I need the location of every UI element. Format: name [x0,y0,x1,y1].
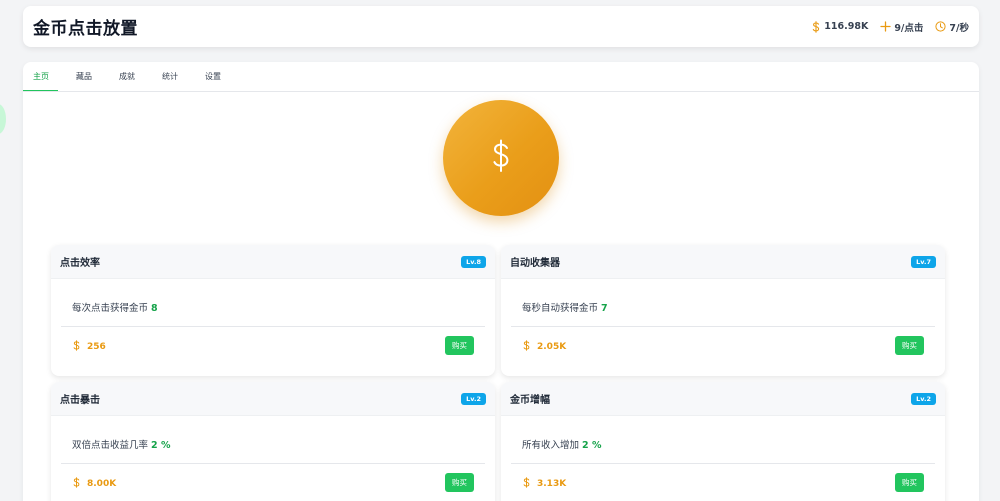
description-text: 双倍点击收益几率 [72,440,149,451]
per-second-value: 7/秒 [949,22,969,34]
card-header: 点击暴击 Lv.2 [51,382,495,416]
upgrade-cost: 2.05K [522,340,566,354]
header-bar: 金币点击放置 116.98K 9/点击 7/秒 [23,6,979,47]
description-text: 所有收入增加 [522,440,580,451]
level-badge: Lv.2 [461,392,486,405]
divider [61,326,485,327]
card-header: 点击效率 Lv.8 [51,245,495,279]
card-title: 金币增幅 [510,395,550,406]
dollar-icon [811,20,821,33]
level-badge: Lv.7 [911,255,936,268]
cost-value: 256 [87,342,106,352]
upgrade-card-click-crit: 点击暴击 Lv.2 双倍点击收益几率 2 % 8.00K 购买 [51,382,495,501]
card-description: 每秒自动获得金币 7 [522,300,608,314]
tab-statistics[interactable]: 统计 [152,62,187,91]
dollar-icon [522,340,531,354]
dollar-icon [486,138,516,178]
main-panel: 主页 藏品 成就 统计 设置 点击效率 Lv.8 每次点击获得金币 8 256 … [23,62,979,501]
app-title: 金币点击放置 [33,19,138,39]
card-title: 自动收集器 [510,258,560,269]
description-value: 7 [601,303,608,314]
dollar-icon [72,477,81,491]
card-header: 金币增幅 Lv.2 [501,382,945,416]
buy-button[interactable]: 购买 [895,473,924,492]
coins-stat: 116.98K [811,20,869,33]
upgrade-cost: 256 [72,340,106,354]
tab-collection[interactable]: 藏品 [66,62,101,91]
divider [61,463,485,464]
buy-button[interactable]: 购买 [895,336,924,355]
upgrade-cost: 3.13K [522,477,566,491]
header-stats: 116.98K 9/点击 7/秒 [811,20,969,34]
edge-glow-decoration [0,104,6,134]
description-value: 2 % [582,440,602,451]
dollar-icon [72,340,81,354]
coins-value: 116.98K [824,21,869,32]
tab-bar: 主页 藏品 成就 统计 设置 [23,62,979,92]
cost-value: 2.05K [537,342,567,352]
card-header: 自动收集器 Lv.7 [501,245,945,279]
coin-click-button[interactable] [443,100,559,216]
per-second-stat: 7/秒 [935,20,969,34]
tab-settings[interactable]: 设置 [195,62,230,91]
buy-button[interactable]: 购买 [445,336,474,355]
card-description: 双倍点击收益几率 2 % [72,437,170,451]
plus-icon [880,21,891,32]
card-title: 点击暴击 [60,395,100,406]
upgrade-card-auto-collector: 自动收集器 Lv.7 每秒自动获得金币 7 2.05K 购买 [501,245,945,376]
card-description: 每次点击获得金币 8 [72,300,158,314]
description-text: 每次点击获得金币 [72,303,149,314]
card-description: 所有收入增加 2 % [522,437,601,451]
tab-home[interactable]: 主页 [23,62,58,91]
upgrade-cost: 8.00K [72,477,116,491]
description-text: 每秒自动获得金币 [522,303,599,314]
divider [511,326,935,327]
dollar-icon [522,477,531,491]
level-badge: Lv.8 [461,255,486,268]
per-click-stat: 9/点击 [880,20,923,34]
upgrade-card-click-efficiency: 点击效率 Lv.8 每次点击获得金币 8 256 购买 [51,245,495,376]
tab-achievements[interactable]: 成就 [109,62,144,91]
clock-icon [935,21,947,32]
divider [511,463,935,464]
cost-value: 3.13K [537,479,567,489]
description-value: 8 [151,303,158,314]
buy-button[interactable]: 购买 [445,473,474,492]
description-value: 2 % [151,440,171,451]
upgrade-card-coin-boost: 金币增幅 Lv.2 所有收入增加 2 % 3.13K 购买 [501,382,945,501]
per-click-value: 9/点击 [894,22,924,34]
level-badge: Lv.2 [911,392,936,405]
card-title: 点击效率 [60,258,100,269]
cost-value: 8.00K [87,479,117,489]
